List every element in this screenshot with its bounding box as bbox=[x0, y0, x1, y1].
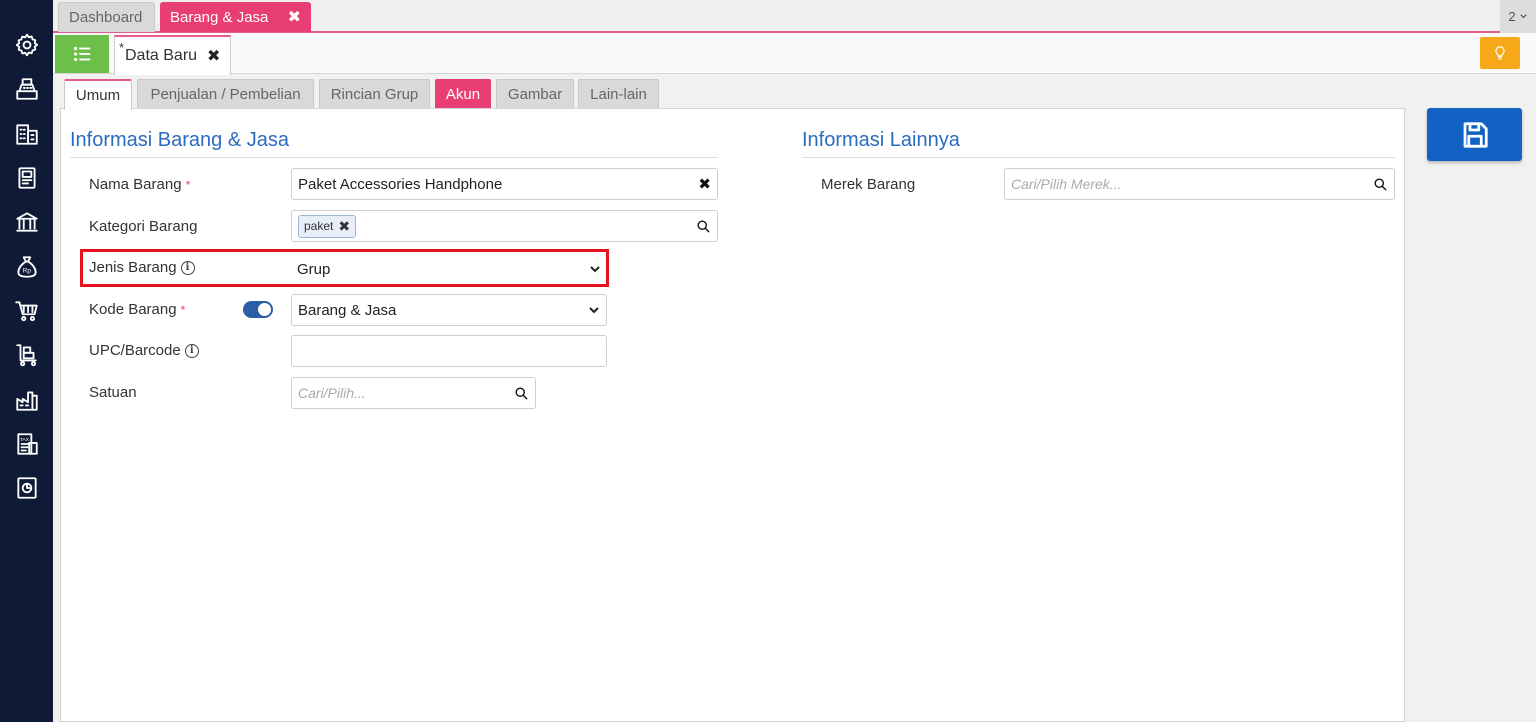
tab-count: 2 bbox=[1508, 9, 1516, 24]
nama-barang-input[interactable]: Paket Accessories Handphone ✖ bbox=[291, 168, 718, 200]
nama-barang-label-text: Nama Barang bbox=[89, 176, 182, 193]
tab-data-baru-label: Data Baru bbox=[125, 47, 198, 64]
tab-barang-jasa[interactable]: Barang & Jasa ✖ bbox=[160, 2, 311, 32]
required-marker: * bbox=[180, 302, 186, 317]
tax-icon[interactable]: TAX bbox=[13, 430, 41, 458]
toggle-knob bbox=[258, 303, 271, 316]
gear-icon[interactable] bbox=[13, 31, 41, 59]
kategori-barang-label: Kategori Barang bbox=[89, 218, 197, 235]
jenis-barang-label: Jenis Barang i bbox=[89, 259, 195, 276]
merek-barang-label: Merek Barang bbox=[821, 176, 915, 193]
close-icon[interactable]: ✖ bbox=[207, 46, 220, 66]
jenis-barang-value: Grup bbox=[297, 260, 331, 278]
tips-button[interactable] bbox=[1480, 37, 1520, 69]
satuan-label: Satuan bbox=[89, 384, 137, 401]
factory-icon[interactable] bbox=[13, 386, 41, 414]
kode-barang-value: Barang & Jasa bbox=[298, 301, 397, 319]
document-bar: * Data Baru ✖ bbox=[53, 33, 1536, 75]
bank-icon[interactable] bbox=[13, 208, 41, 236]
chevron-down-icon bbox=[590, 266, 600, 273]
tab-barang-jasa-label: Barang & Jasa bbox=[170, 8, 269, 26]
search-icon[interactable] bbox=[696, 219, 711, 234]
kategori-barang-label-text: Kategori Barang bbox=[89, 218, 198, 235]
tab-gambar[interactable]: Gambar bbox=[496, 79, 574, 109]
merek-barang-label-text: Merek Barang bbox=[821, 176, 916, 193]
clear-icon[interactable]: ✖ bbox=[698, 175, 711, 193]
jenis-barang-label-text: Jenis Barang bbox=[89, 259, 177, 276]
nama-barang-value: Paket Accessories Handphone bbox=[298, 175, 503, 193]
tab-counter-dropdown[interactable]: 2 bbox=[1500, 0, 1536, 33]
kategori-tag-label: paket bbox=[304, 219, 334, 233]
close-icon[interactable]: ✖ bbox=[288, 7, 301, 27]
upc-barcode-input[interactable] bbox=[291, 335, 607, 367]
tag-remove-icon[interactable]: ✖ bbox=[338, 218, 350, 235]
section-title-informasi-barang: Informasi Barang & Jasa bbox=[70, 129, 289, 151]
chevron-down-icon bbox=[589, 307, 599, 314]
section-divider bbox=[802, 157, 1395, 158]
tab-akun[interactable]: Akun bbox=[435, 79, 491, 109]
info-icon[interactable]: i bbox=[180, 260, 195, 275]
kode-barang-select[interactable]: Barang & Jasa bbox=[291, 294, 607, 326]
tab-rincian-grup[interactable]: Rincian Grup bbox=[319, 79, 430, 109]
save-icon bbox=[1463, 121, 1488, 148]
kode-barang-label: Kode Barang * bbox=[89, 301, 185, 318]
top-tab-bar: Dashboard Barang & Jasa ✖ 2 bbox=[53, 0, 1536, 33]
info-icon[interactable]: i bbox=[184, 343, 199, 358]
tab-lain-lain[interactable]: Lain-lain bbox=[578, 79, 659, 109]
search-icon[interactable] bbox=[1373, 177, 1388, 192]
merek-barang-input[interactable]: Cari/Pilih Merek... bbox=[1004, 168, 1395, 200]
form-panel bbox=[60, 108, 1405, 722]
ledger-icon[interactable] bbox=[13, 164, 41, 192]
svg-text:TAX: TAX bbox=[20, 437, 30, 443]
lightbulb-icon bbox=[1495, 46, 1505, 60]
required-marker: * bbox=[185, 177, 191, 192]
merek-barang-placeholder: Cari/Pilih Merek... bbox=[1011, 176, 1122, 192]
upc-barcode-label-text: UPC/Barcode bbox=[89, 342, 181, 359]
satuan-placeholder: Cari/Pilih... bbox=[298, 385, 366, 401]
tab-data-baru[interactable]: * Data Baru ✖ bbox=[114, 35, 231, 75]
tab-penjualan-pembelian[interactable]: Penjualan / Pembelian bbox=[137, 79, 314, 109]
cart-icon[interactable] bbox=[13, 297, 41, 325]
kode-barang-label-text: Kode Barang bbox=[89, 301, 177, 318]
trolley-icon[interactable] bbox=[13, 341, 41, 369]
search-icon[interactable] bbox=[514, 386, 529, 401]
kategori-tag: paket ✖ bbox=[298, 214, 357, 238]
svg-text:Rp: Rp bbox=[23, 267, 32, 274]
section-title-informasi-lainnya: Informasi Lainnya bbox=[802, 129, 960, 151]
report-icon[interactable] bbox=[13, 474, 41, 502]
kategori-barang-input[interactable]: paket ✖ bbox=[291, 210, 718, 242]
satuan-input[interactable]: Cari/Pilih... bbox=[291, 377, 536, 409]
tab-dashboard[interactable]: Dashboard bbox=[58, 2, 155, 32]
upc-barcode-label: UPC/Barcode i bbox=[89, 342, 199, 359]
money-bag-icon[interactable]: Rp bbox=[13, 253, 41, 281]
cash-register-icon[interactable] bbox=[13, 75, 41, 103]
sidebar: Rp TAX bbox=[0, 0, 53, 722]
nama-barang-label: Nama Barang * bbox=[89, 176, 190, 193]
kode-barang-toggle[interactable] bbox=[243, 301, 273, 318]
satuan-label-text: Satuan bbox=[89, 384, 137, 401]
tab-umum[interactable]: Umum bbox=[64, 79, 132, 110]
save-button[interactable] bbox=[1427, 108, 1522, 161]
jenis-barang-select[interactable]: Grup bbox=[291, 253, 607, 285]
modified-indicator: * bbox=[119, 40, 125, 55]
building-icon[interactable] bbox=[13, 120, 41, 148]
chevron-down-icon bbox=[1519, 14, 1527, 19]
list-button[interactable] bbox=[55, 35, 109, 73]
list-icon bbox=[73, 46, 91, 62]
section-divider bbox=[70, 157, 718, 158]
